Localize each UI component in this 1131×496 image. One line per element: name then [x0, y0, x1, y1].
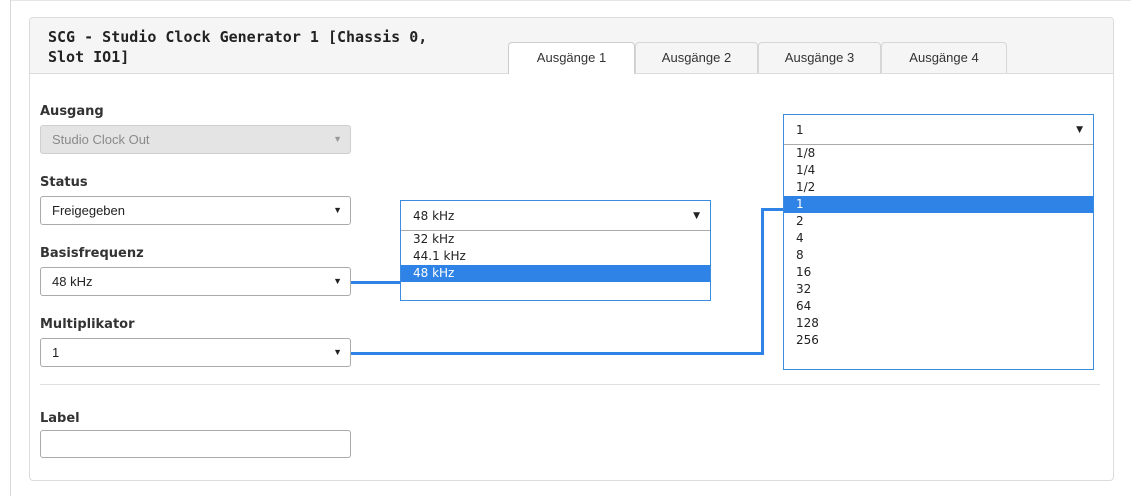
basisfrequenz-connector-line [351, 281, 401, 284]
status-label: Status [40, 175, 88, 190]
basisfrequenz-value: 48 kHz [52, 274, 93, 289]
caret-down-icon: ▼ [333, 134, 342, 144]
tab-ausgaenge-1[interactable]: Ausgänge 1 [508, 42, 635, 74]
caret-down-icon: ▼ [333, 276, 342, 286]
form-divider [40, 384, 1100, 385]
caret-down-icon: ▼ [333, 347, 342, 357]
window-left-border [10, 0, 11, 496]
basisfrequenz-select[interactable]: 48 kHz ▼ [40, 267, 351, 296]
option-32[interactable]: 32 [784, 281, 1093, 298]
basisfrequenz-dropdown-selected: 48 kHz [413, 209, 455, 223]
option-1-8[interactable]: 1/8 [784, 145, 1093, 162]
ausgang-label: Ausgang [40, 104, 104, 119]
status-select[interactable]: Freigegeben ▼ [40, 196, 351, 225]
label-field-label: Label [40, 411, 80, 426]
multiplikator-connector-line-top [761, 208, 785, 211]
multiplikator-select[interactable]: 1 ▼ [40, 338, 351, 367]
tab-ausgaenge-3[interactable]: Ausgänge 3 [758, 42, 881, 73]
option-256[interactable]: 256 [784, 332, 1093, 349]
caret-down-icon: ▼ [1076, 125, 1083, 135]
multiplikator-dropdown-selected: 1 [796, 123, 804, 137]
option-2[interactable]: 2 [784, 213, 1093, 230]
multiplikator-label: Multiplikator [40, 317, 135, 332]
window-top-border [10, 0, 1131, 1]
multiplikator-connector-line-vertical [761, 208, 764, 355]
option-44-1-khz[interactable]: 44.1 kHz [401, 248, 710, 265]
option-64[interactable]: 64 [784, 298, 1093, 315]
ausgang-select: Studio Clock Out ▼ [40, 125, 351, 154]
option-8[interactable]: 8 [784, 247, 1093, 264]
multiplikator-connector-line-horizontal [351, 352, 763, 355]
basisfrequenz-dropdown[interactable]: 48 kHz ▼ 32 kHz 44.1 kHz 48 kHz [400, 200, 711, 301]
caret-down-icon: ▼ [333, 205, 342, 215]
option-16[interactable]: 16 [784, 264, 1093, 281]
option-128[interactable]: 128 [784, 315, 1093, 332]
tab-ausgaenge-2[interactable]: Ausgänge 2 [635, 42, 758, 73]
option-1-2[interactable]: 1/2 [784, 179, 1093, 196]
label-input[interactable] [40, 430, 351, 458]
option-48-khz[interactable]: 48 kHz [401, 265, 710, 282]
status-value: Freigegeben [52, 203, 125, 218]
option-32-khz[interactable]: 32 kHz [401, 231, 710, 248]
basisfrequenz-label: Basisfrequenz [40, 246, 144, 261]
multiplikator-dropdown-header[interactable]: 1 ▼ [784, 115, 1093, 145]
ausgang-value: Studio Clock Out [52, 132, 150, 147]
option-4[interactable]: 4 [784, 230, 1093, 247]
panel-title: SCG - Studio Clock Generator 1 [Chassis … [48, 28, 428, 66]
multiplikator-value: 1 [52, 345, 60, 360]
tab-ausgaenge-4[interactable]: Ausgänge 4 [881, 42, 1007, 73]
multiplikator-dropdown[interactable]: 1 ▼ 1/8 1/4 1/2 1 2 4 8 16 32 64 128 256 [783, 114, 1094, 370]
basisfrequenz-dropdown-header[interactable]: 48 kHz ▼ [401, 201, 710, 231]
option-1-4[interactable]: 1/4 [784, 162, 1093, 179]
panel-header: SCG - Studio Clock Generator 1 [Chassis … [30, 18, 1113, 74]
option-1[interactable]: 1 [784, 196, 1093, 213]
caret-down-icon: ▼ [693, 211, 700, 221]
